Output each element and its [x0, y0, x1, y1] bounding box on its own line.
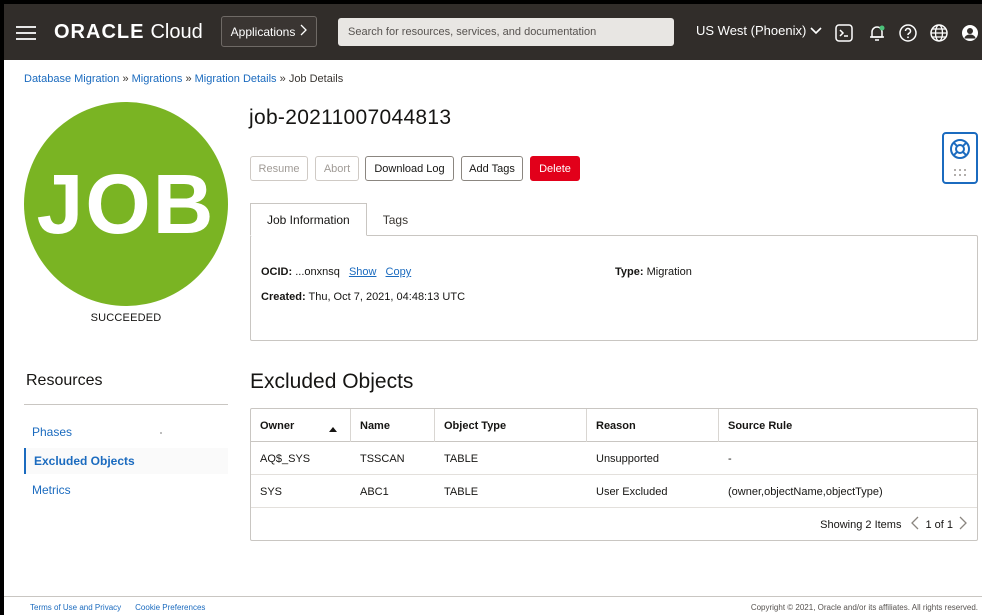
- page-title: job-20211007044813: [249, 106, 452, 129]
- abort-button[interactable]: Abort: [315, 156, 359, 181]
- job-badge-text: JOB: [36, 156, 216, 251]
- column-header-name[interactable]: Name: [351, 409, 435, 442]
- breadcrumb-job-details: Job Details: [288, 73, 344, 85]
- column-header-object-type[interactable]: Object Type: [435, 409, 587, 442]
- cell-object-type: TABLE: [444, 485, 479, 498]
- resources-title: Resources: [26, 372, 103, 389]
- created-row: Created: Thu, Oct 7, 2021, 04:48:13 UTC: [261, 291, 465, 303]
- cell-reason: User Excluded: [596, 485, 668, 498]
- sort-ascending-icon: [329, 423, 337, 435]
- ocid-row: OCID: ...onxnsq Show Copy: [261, 266, 411, 278]
- created-value: Thu, Oct 7, 2021, 04:48:13 UTC: [308, 291, 466, 303]
- resource-item-excluded-objects[interactable]: Excluded Objects: [24, 448, 228, 474]
- breadcrumb-separator: »: [185, 73, 192, 85]
- type-value: Migration: [646, 266, 692, 278]
- excluded-objects-table: Owner Name Object Type Reason Source Rul…: [250, 408, 978, 541]
- column-header-owner[interactable]: Owner: [251, 409, 351, 442]
- tab-tags[interactable]: Tags: [367, 203, 424, 236]
- oracle-cloud-logo[interactable]: ORACLE Cloud: [54, 20, 203, 44]
- excluded-objects-title: Excluded Objects: [250, 370, 414, 393]
- decorative-dot: [160, 432, 162, 434]
- table-row: SYS ABC1 TABLE User Excluded (owner,obje…: [251, 475, 977, 508]
- chevron-right-icon: [299, 24, 308, 39]
- job-information-panel: OCID: ...onxnsq Show Copy Type: Migratio…: [250, 235, 978, 341]
- resume-button[interactable]: Resume: [250, 156, 308, 181]
- breadcrumb-migration-details[interactable]: Migration Details: [195, 73, 277, 85]
- logo-product: Cloud: [150, 21, 203, 43]
- table-header: Owner Name Object Type Reason Source Rul…: [251, 409, 977, 442]
- cell-source-rule: -: [728, 452, 732, 465]
- next-page-icon[interactable]: [959, 516, 967, 534]
- cell-name: ABC1: [360, 485, 389, 498]
- applications-button[interactable]: Applications: [221, 16, 317, 47]
- type-row: Type: Migration: [615, 266, 692, 278]
- cell-owner: AQ$_SYS: [260, 452, 311, 465]
- column-owner-label: Owner: [260, 419, 295, 432]
- resource-item-metrics[interactable]: Metrics: [24, 477, 228, 503]
- breadcrumb-database-migration[interactable]: Database Migration: [24, 73, 119, 85]
- items-count: Showing 2 Items: [820, 518, 902, 531]
- resources-divider: [24, 404, 228, 405]
- column-header-reason[interactable]: Reason: [587, 409, 719, 442]
- pagination: 1 of 1: [911, 516, 967, 534]
- window-frame-left: [0, 0, 4, 615]
- add-tags-button[interactable]: Add Tags: [461, 156, 523, 181]
- breadcrumb-separator: »: [122, 73, 129, 85]
- region-label: US West (Phoenix): [696, 23, 807, 38]
- lifebuoy-icon: [949, 138, 971, 163]
- breadcrumb-migrations[interactable]: Migrations: [132, 73, 183, 85]
- region-selector[interactable]: US West (Phoenix): [696, 23, 822, 38]
- cloud-shell-icon[interactable]: [833, 22, 855, 44]
- logo-brand: ORACLE: [54, 21, 145, 43]
- job-status-label: SUCCEEDED: [90, 312, 162, 324]
- ocid-value: ...onxnsq: [295, 266, 340, 278]
- applications-label: Applications: [230, 24, 296, 39]
- cell-reason: Unsupported: [596, 452, 659, 465]
- tab-job-information[interactable]: Job Information: [250, 203, 367, 236]
- type-label: Type:: [615, 266, 644, 278]
- previous-page-icon[interactable]: [911, 516, 919, 534]
- cookie-preferences-link[interactable]: Cookie Preferences: [135, 603, 205, 612]
- bell-icon[interactable]: [866, 22, 888, 44]
- breadcrumb-separator: »: [279, 73, 286, 85]
- cell-source-rule: (owner,objectName,objectType): [728, 485, 883, 498]
- page-indicator: 1 of 1: [925, 518, 953, 531]
- terms-link[interactable]: Terms of Use and Privacy: [30, 603, 121, 612]
- help-icon[interactable]: [897, 22, 919, 44]
- chevron-down-icon: [810, 23, 822, 38]
- copyright-text: Copyright © 2021, Oracle and/or its affi…: [750, 603, 978, 612]
- job-status-badge: JOB: [24, 102, 228, 306]
- cell-object-type: TABLE: [444, 452, 479, 465]
- search-input[interactable]: Search for resources, services, and docu…: [338, 18, 674, 46]
- ocid-copy-link[interactable]: Copy: [386, 266, 412, 278]
- ocid-show-link[interactable]: Show: [349, 266, 377, 278]
- footer-links: Terms of Use and Privacy Cookie Preferen…: [30, 603, 205, 612]
- ocid-label: OCID:: [261, 266, 293, 278]
- search-placeholder: Search for resources, services, and docu…: [348, 26, 597, 38]
- grid-dots-icon: [953, 167, 967, 181]
- globe-icon[interactable]: [928, 22, 950, 44]
- top-navigation-bar: ORACLE Cloud Applications Search for res…: [4, 4, 982, 60]
- user-avatar-icon[interactable]: [960, 22, 978, 44]
- cell-owner: SYS: [260, 485, 283, 498]
- menu-icon[interactable]: [16, 26, 36, 40]
- table-row: AQ$_SYS TSSCAN TABLE Unsupported -: [251, 442, 977, 475]
- breadcrumb: Database Migration » Migrations » Migrat…: [24, 73, 343, 85]
- table-footer: Showing 2 Items 1 of 1: [251, 508, 977, 541]
- resource-item-phases[interactable]: Phases: [24, 419, 228, 445]
- details-tabs: Job Information Tags: [250, 203, 424, 236]
- created-label: Created:: [261, 291, 306, 303]
- delete-button[interactable]: Delete: [530, 156, 580, 181]
- column-header-source-rule[interactable]: Source Rule: [719, 409, 977, 442]
- download-log-button[interactable]: Download Log: [365, 156, 454, 181]
- help-widget[interactable]: [942, 132, 978, 184]
- cell-name: TSSCAN: [360, 452, 405, 465]
- page-footer: Terms of Use and Privacy Cookie Preferen…: [4, 596, 982, 615]
